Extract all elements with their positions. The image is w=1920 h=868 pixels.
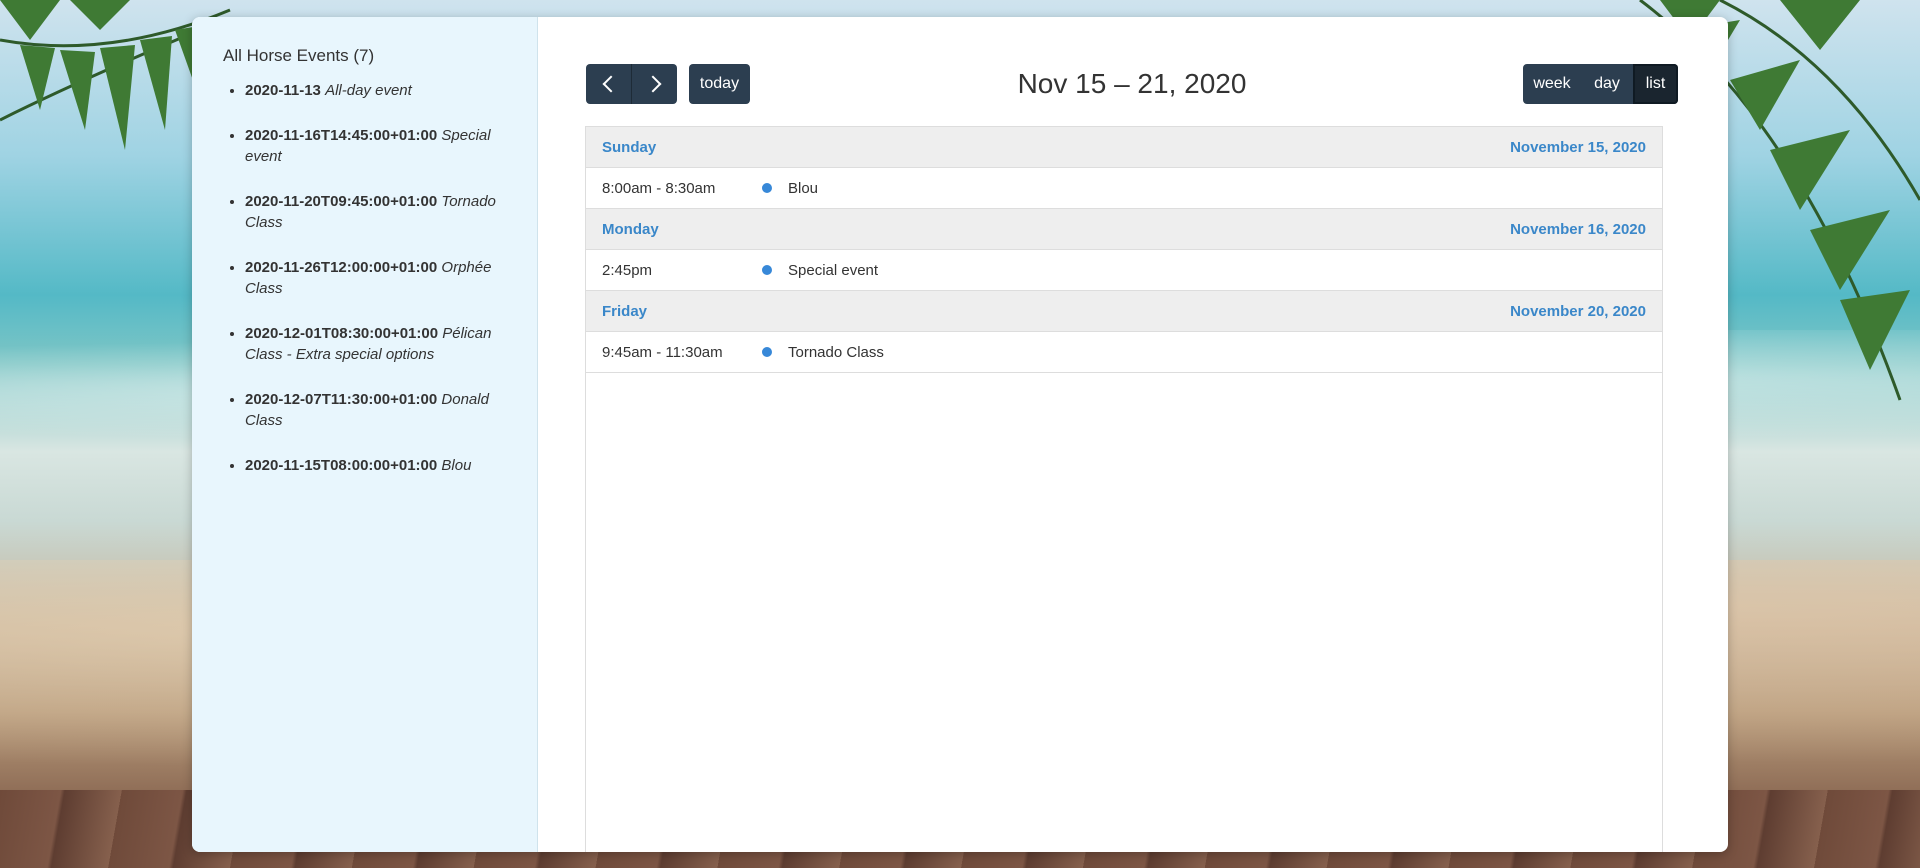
event-list: 2020-11-13 All-day event 2020-11-16T14:4… bbox=[223, 80, 537, 476]
prev-button[interactable] bbox=[586, 64, 632, 104]
day-header: Sunday November 15, 2020 bbox=[586, 127, 1662, 168]
event-title: Blou bbox=[788, 179, 819, 197]
day-name[interactable]: Monday bbox=[602, 221, 659, 238]
day-name[interactable]: Friday bbox=[602, 303, 647, 320]
day-date[interactable]: November 15, 2020 bbox=[1510, 139, 1646, 156]
event-datetime: 2020-12-07T11:30:00+01:00 bbox=[245, 391, 438, 408]
event-datetime: 2020-12-01T08:30:00+01:00 bbox=[245, 325, 439, 342]
event-time: 9:45am - 11:30am bbox=[602, 343, 723, 361]
list-item: 2020-11-26T12:00:00+01:00 Orphée Class bbox=[245, 257, 515, 299]
app-window: All Horse Events (7) 2020-11-13 All-day … bbox=[192, 17, 1728, 852]
list-item: 2020-11-16T14:45:00+01:00 Special event bbox=[245, 125, 515, 167]
day-view-button[interactable]: day bbox=[1581, 64, 1633, 104]
event-title: Special event bbox=[788, 261, 879, 279]
event-time: 2:45pm bbox=[602, 261, 653, 279]
list-item: 2020-12-01T08:30:00+01:00 Pélican Class … bbox=[245, 323, 515, 365]
day-date[interactable]: November 16, 2020 bbox=[1510, 221, 1646, 238]
event-datetime: 2020-11-13 bbox=[245, 82, 321, 99]
event-title: Blou bbox=[441, 457, 472, 474]
event-datetime: 2020-11-15T08:00:00+01:00 bbox=[245, 457, 438, 474]
event-row[interactable]: 8:00am - 8:30am Blou bbox=[586, 168, 1662, 209]
chevron-left-icon bbox=[602, 75, 619, 93]
day-date[interactable]: November 20, 2020 bbox=[1510, 303, 1646, 320]
list-item: 2020-11-20T09:45:00+01:00 Tornado Class bbox=[245, 191, 515, 233]
day-name[interactable]: Sunday bbox=[602, 139, 656, 156]
event-title: All-day event bbox=[325, 82, 412, 99]
day-header: Friday November 20, 2020 bbox=[586, 291, 1662, 332]
event-datetime: 2020-11-16T14:45:00+01:00 bbox=[245, 127, 438, 144]
list-view-button[interactable]: list bbox=[1633, 64, 1678, 104]
event-datetime: 2020-11-26T12:00:00+01:00 bbox=[245, 259, 438, 276]
list-item: 2020-11-15T08:00:00+01:00 Blou bbox=[245, 455, 515, 476]
event-title: Tornado Class bbox=[788, 343, 884, 361]
next-button[interactable] bbox=[632, 64, 677, 104]
event-datetime: 2020-11-20T09:45:00+01:00 bbox=[245, 193, 438, 210]
event-row[interactable]: 2:45pm Special event bbox=[586, 250, 1662, 291]
calendar: today Nov 15 – 21, 2020 week day list Su… bbox=[538, 17, 1728, 852]
today-button[interactable]: today bbox=[689, 64, 750, 104]
list-item: 2020-11-13 All-day event bbox=[245, 80, 515, 101]
sidebar-title: All Horse Events (7) bbox=[223, 46, 375, 65]
event-dot-icon bbox=[762, 265, 772, 275]
event-time: 8:00am - 8:30am bbox=[602, 179, 716, 197]
event-row[interactable]: 9:45am - 11:30am Tornado Class bbox=[586, 332, 1662, 373]
list-item: 2020-12-07T11:30:00+01:00 Donald Class bbox=[245, 389, 515, 431]
event-sidebar: All Horse Events (7) 2020-11-13 All-day … bbox=[192, 17, 538, 852]
event-dot-icon bbox=[762, 183, 772, 193]
list-view: Sunday November 15, 2020 8:00am - 8:30am… bbox=[585, 126, 1663, 852]
day-header: Monday November 16, 2020 bbox=[586, 209, 1662, 250]
chevron-right-icon bbox=[644, 75, 661, 93]
event-dot-icon bbox=[762, 347, 772, 357]
week-view-button[interactable]: week bbox=[1523, 64, 1581, 104]
calendar-toolbar: today Nov 15 – 21, 2020 week day list bbox=[586, 64, 1678, 104]
